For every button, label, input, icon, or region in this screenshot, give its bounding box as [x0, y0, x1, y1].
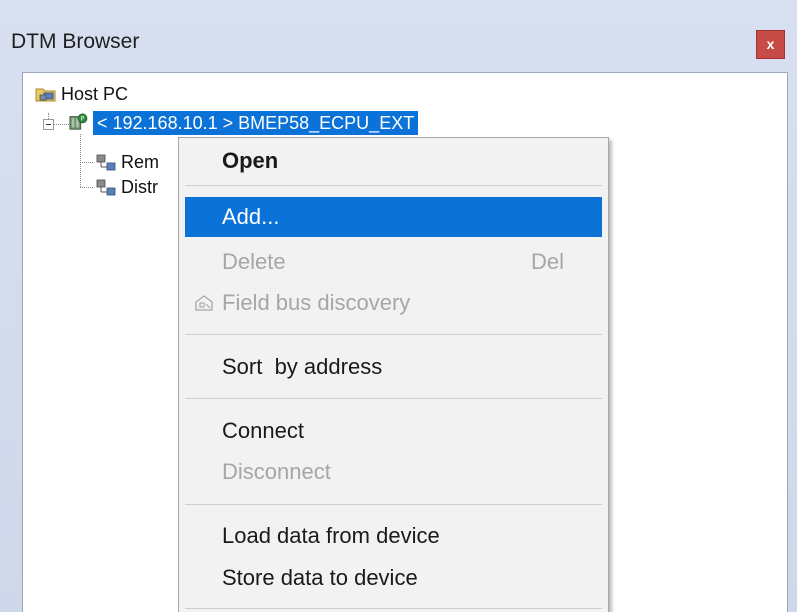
menu-item-store-data[interactable]: Store data to device	[185, 558, 602, 598]
menu-item-delete[interactable]: Delete Del	[185, 242, 602, 282]
menu-item-add[interactable]: Add...	[185, 197, 602, 237]
menu-item-label: Delete	[222, 249, 286, 274]
menu-item-sort-by-address[interactable]: Sort by address	[185, 347, 602, 387]
menu-item-load-data[interactable]: Load data from device	[185, 516, 602, 556]
menu-separator	[185, 608, 602, 609]
field-bus-discovery-icon	[195, 295, 213, 311]
menu-item-label: Add...	[222, 204, 280, 229]
menu-separator	[185, 504, 602, 505]
tree-connector	[80, 187, 93, 188]
network-node-icon	[96, 179, 116, 196]
tree-connector	[80, 134, 81, 187]
tree-item-host-pc[interactable]: Host PC	[35, 82, 175, 106]
context-menu: Open Add... Delete Del Field bus discove…	[178, 137, 609, 612]
dtm-browser-window: DTM Browser x Host PC P < 192.168.10.1 >…	[0, 0, 797, 612]
close-button[interactable]: x	[756, 30, 785, 59]
collapse-toggle[interactable]	[43, 119, 54, 130]
menu-item-label: Disconnect	[222, 459, 331, 484]
tree-connector	[80, 162, 93, 163]
network-node-icon	[96, 154, 116, 171]
svg-text:P: P	[81, 116, 85, 123]
menu-item-label: Open	[222, 148, 279, 173]
menu-item-disconnect[interactable]: Disconnect	[185, 452, 602, 492]
menu-item-label: Sort by address	[222, 354, 383, 379]
menu-item-open[interactable]: Open	[185, 141, 602, 181]
host-pc-folder-icon	[35, 88, 56, 102]
window-title: DTM Browser	[11, 30, 140, 53]
title-bar: DTM Browser x	[0, 0, 797, 72]
menu-separator	[185, 185, 602, 186]
menu-item-label: Load data from device	[222, 523, 440, 548]
tree-item-label: Host PC	[61, 84, 129, 104]
menu-item-label: Connect	[222, 418, 304, 443]
menu-separator	[185, 398, 602, 399]
menu-item-shortcut: Del	[530, 249, 564, 274]
tree-item-label: Distr	[121, 177, 158, 197]
menu-item-label: Field bus discovery	[222, 290, 411, 315]
tree-item-label: Rem	[121, 152, 160, 172]
tree-item-label: < 192.168.10.1 > BMEP58_ECPU_EXT	[93, 111, 419, 135]
menu-item-connect[interactable]: Connect	[185, 411, 602, 451]
tree-item-device[interactable]: P < 192.168.10.1 > BMEP58_ECPU_EXT	[67, 111, 487, 135]
plc-device-icon: P	[69, 113, 88, 130]
menu-separator	[185, 334, 602, 335]
menu-item-field-bus-discovery[interactable]: Field bus discovery	[185, 283, 602, 323]
menu-item-label: Store data to device	[222, 565, 418, 590]
